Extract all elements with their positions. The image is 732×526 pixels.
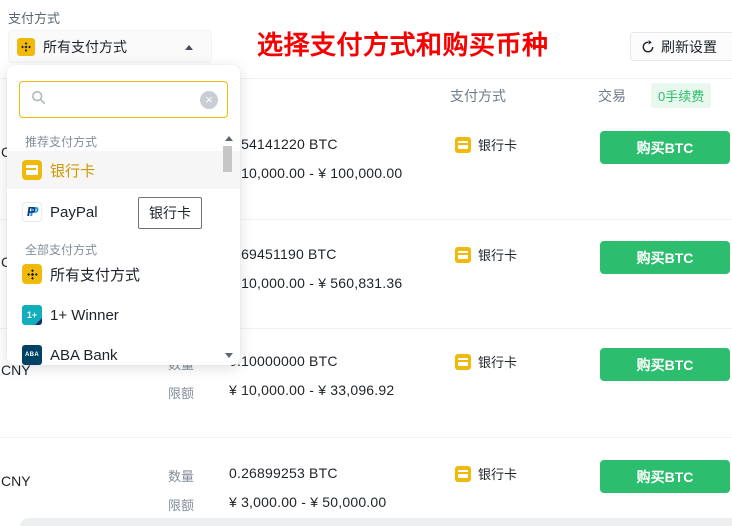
section-title-recommended: 推荐支付方式 bbox=[25, 133, 97, 150]
bank-card-icon bbox=[455, 354, 471, 370]
payment-method-dropdown: × 推荐支付方式 银行卡 PP PayPal 银行卡 全部支付方式 所有支付方式… bbox=[7, 65, 240, 365]
aba-bank-icon: ABA bbox=[22, 345, 42, 365]
buy-btc-button[interactable]: 购买BTC bbox=[600, 348, 730, 381]
binance-icon bbox=[17, 38, 35, 56]
limit-label: 限额 bbox=[168, 383, 194, 402]
payment-method-cell: 银行卡 bbox=[455, 352, 517, 371]
payment-method-cell: 银行卡 bbox=[455, 135, 517, 154]
limit-label: 限额 bbox=[168, 495, 194, 514]
chevron-up-icon bbox=[185, 45, 193, 50]
payment-method-select[interactable]: 所有支付方式 bbox=[8, 30, 212, 63]
payment-method-cell: 银行卡 bbox=[455, 464, 517, 483]
buy-btc-button[interactable]: 购买BTC bbox=[600, 460, 730, 493]
clear-search-icon[interactable]: × bbox=[200, 91, 218, 109]
header-trade: 交易 bbox=[598, 86, 626, 106]
header-payment-method: 支付方式 bbox=[450, 86, 506, 106]
quantity-value: 0.69451190 BTC bbox=[229, 246, 337, 262]
quantity-value: 0.10000000 BTC bbox=[229, 353, 338, 369]
row-divider bbox=[0, 437, 732, 438]
scrollbar-down-arrow[interactable] bbox=[225, 353, 233, 358]
bank-card-icon bbox=[455, 137, 471, 153]
bank-card-tooltip: 银行卡 bbox=[138, 197, 202, 229]
bottom-section-edge bbox=[20, 518, 732, 526]
search-input[interactable] bbox=[53, 81, 200, 118]
dropdown-item-all-payment-methods[interactable]: 所有支付方式 bbox=[7, 255, 240, 293]
payment-method-cell: 银行卡 bbox=[455, 245, 517, 264]
p2p-buy-page: 支付方式 所有支付方式 选择支付方式和购买币种 刷新设置 支付方式 交易 0手续… bbox=[0, 0, 732, 526]
dropdown-item-bank-card[interactable]: 银行卡 bbox=[7, 151, 240, 189]
payment-search-box[interactable]: × bbox=[19, 81, 228, 118]
one-plus-winner-icon: 1+ bbox=[22, 305, 42, 325]
binance-icon bbox=[22, 264, 42, 284]
bank-card-icon bbox=[455, 247, 471, 263]
paypal-icon: PP bbox=[22, 202, 42, 222]
annotation-text: 选择支付方式和购买币种 bbox=[257, 25, 549, 62]
quantity-label: 数量 bbox=[168, 466, 194, 485]
limit-value: ¥ 10,000.00 - ¥ 560,831.36 bbox=[229, 275, 402, 291]
dropdown-item-paypal[interactable]: PP PayPal bbox=[7, 193, 240, 231]
quantity-value: 0.54141220 BTC bbox=[229, 136, 338, 152]
search-icon bbox=[31, 90, 46, 110]
zero-fee-badge: 0手续费 bbox=[651, 83, 711, 108]
refresh-icon bbox=[641, 40, 655, 54]
dropdown-item-1plus-winner[interactable]: 1+ 1+ Winner bbox=[7, 296, 240, 334]
price-currency: CNY bbox=[1, 473, 31, 489]
scrollbar-up-arrow[interactable] bbox=[225, 136, 233, 141]
refresh-settings-button[interactable]: 刷新设置 bbox=[630, 32, 732, 61]
offer-row: CNY 数量 限额 0.26899253 BTC ¥ 3,000.00 - ¥ … bbox=[0, 465, 732, 526]
payment-filter-label: 支付方式 bbox=[8, 8, 60, 27]
dropdown-item-aba-bank[interactable]: ABA ABA Bank bbox=[7, 336, 240, 365]
payment-select-value: 所有支付方式 bbox=[43, 37, 127, 57]
bank-card-icon bbox=[455, 466, 471, 482]
buy-btc-button[interactable]: 购买BTC bbox=[600, 241, 730, 274]
buy-btc-button[interactable]: 购买BTC bbox=[600, 131, 730, 164]
limit-value: ¥ 10,000.00 - ¥ 33,096.92 bbox=[229, 382, 394, 398]
limit-value: ¥ 3,000.00 - ¥ 50,000.00 bbox=[229, 494, 386, 510]
scrollbar-thumb[interactable] bbox=[223, 146, 232, 172]
limit-value: ¥ 10,000.00 - ¥ 100,000.00 bbox=[229, 165, 402, 181]
quantity-value: 0.26899253 BTC bbox=[229, 465, 338, 481]
bank-card-icon bbox=[22, 160, 42, 180]
